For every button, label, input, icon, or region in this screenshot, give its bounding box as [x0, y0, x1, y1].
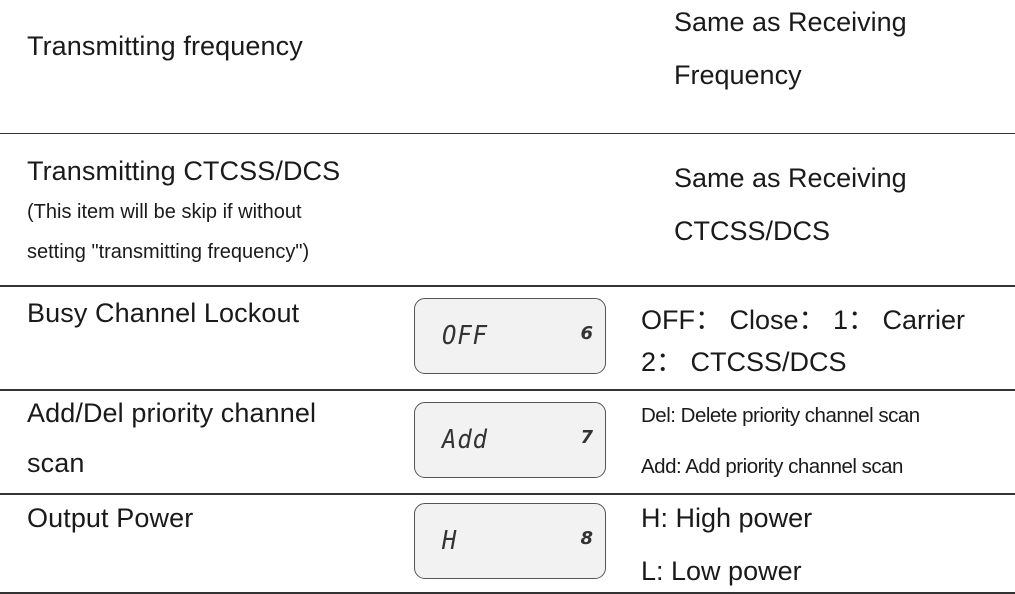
- lcd-menu-number: 7: [580, 427, 593, 448]
- lcd-display: Add 7: [414, 402, 606, 478]
- row-divider: [0, 285, 1015, 287]
- row-value-line-2: 2： CTCSS/DCS: [641, 347, 847, 377]
- lcd-text: Add: [442, 425, 488, 455]
- row-note-line-1: (This item will be skip if without: [27, 201, 302, 223]
- row-label-line-1: Add/Del priority channel: [27, 398, 317, 428]
- row-value-line-1: H: High power: [641, 503, 813, 533]
- lcd-display: H 8: [414, 503, 606, 579]
- row-value-line-2: Add: Add priority channel scan: [641, 455, 903, 478]
- row-label: Transmitting frequency: [27, 31, 303, 61]
- row-label-line-2: scan: [27, 448, 85, 478]
- lcd-menu-number: 8: [580, 528, 593, 549]
- row-value-line-2: Frequency: [674, 60, 802, 90]
- row-label: Output Power: [27, 503, 194, 533]
- row-label: Busy Channel Lockout: [27, 298, 300, 328]
- row-value-line-2: L: Low power: [641, 556, 802, 586]
- row-value-line-1: OFF： Close： 1： Carrier: [641, 305, 966, 335]
- row-value-line-1: Same as Receiving: [674, 163, 907, 193]
- row-divider: [0, 133, 1015, 134]
- lcd-display: OFF 6: [414, 298, 606, 374]
- lcd-text: H: [442, 526, 458, 556]
- row-note-line-2: setting "transmitting frequency"): [27, 241, 310, 263]
- row-value-line-2: CTCSS/DCS: [674, 216, 831, 246]
- lcd-menu-number: 6: [580, 323, 593, 344]
- row-value-line-1: Del: Delete priority channel scan: [641, 404, 920, 427]
- row-divider: [0, 493, 1015, 495]
- row-label: Transmitting CTCSS/DCS: [27, 156, 341, 186]
- lcd-text: OFF: [442, 321, 488, 351]
- row-value-line-1: Same as Receiving: [674, 7, 907, 37]
- row-divider: [0, 389, 1015, 391]
